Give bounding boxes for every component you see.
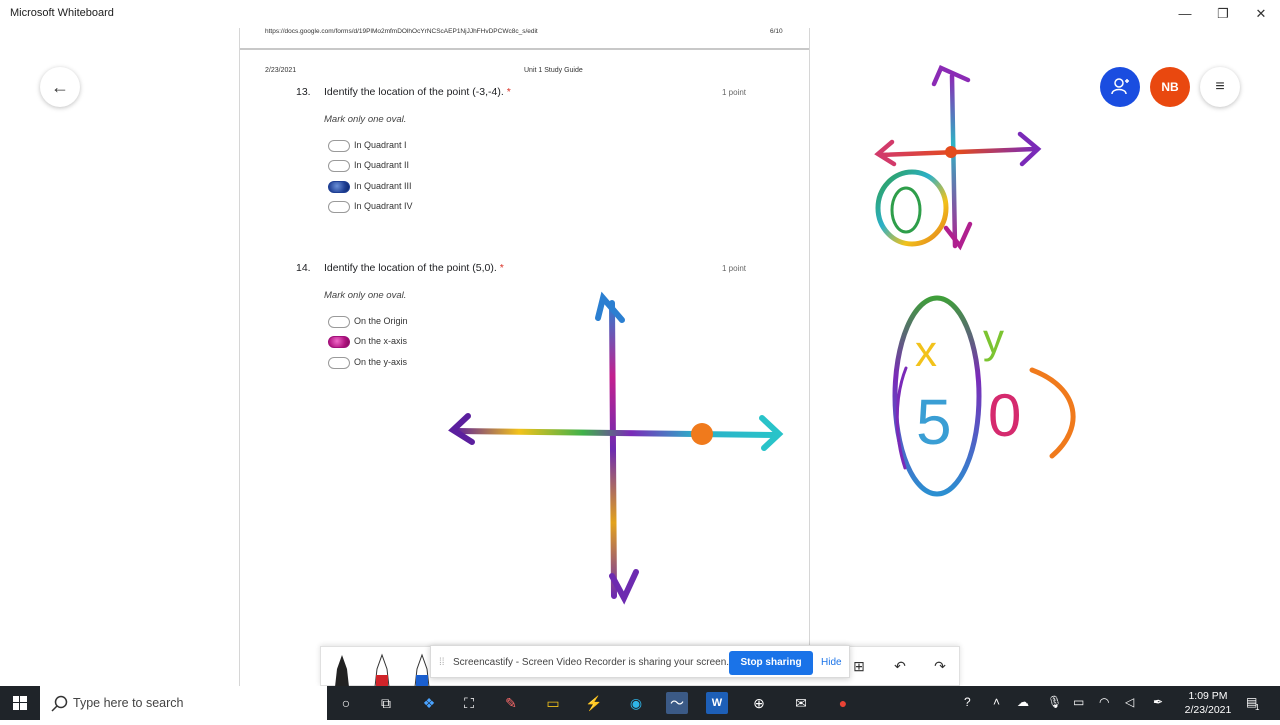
minimize-button[interactable]: —: [1166, 4, 1204, 24]
profile-avatar[interactable]: NB: [1150, 67, 1190, 107]
whiteboard-canvas[interactable]: https://docs.google.com/forms/d/19PlMo2m…: [0, 28, 1280, 686]
sharing-message: Screencastify - Screen Video Recorder is…: [453, 657, 730, 668]
edge-icon[interactable]: ◉: [625, 692, 647, 714]
hamburger-menu-button[interactable]: ≡: [1200, 67, 1240, 107]
whiteboard-app-icon[interactable]: 〜: [666, 692, 688, 714]
notification-count: 1: [1255, 703, 1260, 712]
black-pen-icon[interactable]: [335, 655, 349, 687]
clock-time: 1:09 PM: [1188, 690, 1228, 702]
task-view-icon[interactable]: ⧉: [375, 692, 397, 714]
invite-person-button[interactable]: [1100, 67, 1140, 107]
windows-logo-icon: [13, 696, 27, 710]
mail-icon[interactable]: ✉: [790, 692, 812, 714]
clock-date: 2/23/2021: [1184, 704, 1232, 716]
help-icon[interactable]: ?: [964, 695, 971, 709]
blue-pen-icon[interactable]: [414, 653, 430, 687]
chrome-icon[interactable]: ●: [832, 692, 854, 714]
drag-handle-icon[interactable]: ⁞⁞: [439, 657, 445, 668]
word-icon[interactable]: W: [706, 692, 728, 714]
red-pen-icon[interactable]: [374, 653, 390, 687]
app-icon[interactable]: ⚡: [583, 692, 605, 714]
battery-icon[interactable]: ▭: [1073, 695, 1084, 709]
microphone-icon[interactable]: 🎙: [1047, 695, 1062, 709]
wifi-icon[interactable]: ◠: [1099, 695, 1109, 709]
store-icon[interactable]: ⛶: [458, 692, 480, 714]
back-button[interactable]: ←: [40, 67, 80, 107]
large-coordinate-axes-drawing: [448, 291, 784, 605]
add-content-button[interactable]: ⊞: [848, 656, 870, 676]
ink-label-y: y: [983, 315, 1004, 362]
globe-icon[interactable]: ⊕: [748, 692, 770, 714]
small-coordinate-axes-drawing: [874, 65, 1042, 251]
redo-button[interactable]: ↷: [929, 656, 951, 676]
taskbar-search-box[interactable]: Type here to search: [40, 686, 327, 720]
search-placeholder: Type here to search: [73, 696, 184, 710]
undo-button[interactable]: ↶: [889, 656, 911, 676]
volume-icon[interactable]: ◁: [1125, 695, 1134, 709]
close-button[interactable]: ✕: [1242, 4, 1280, 24]
title-bar: Microsoft Whiteboard — ❐ ✕: [0, 0, 1280, 28]
ink-label-0: 0: [988, 382, 1021, 449]
person-add-icon: [1111, 78, 1129, 95]
ink-label-5: 5: [916, 386, 952, 458]
windows-taskbar: Type here to search ○ ⧉ ❖ ⛶ ✎ ▭ ⚡ ◉ 〜 W …: [0, 686, 1280, 720]
stop-sharing-button[interactable]: Stop sharing: [729, 651, 813, 675]
ink-layer: x y 5 0: [448, 65, 1076, 605]
cortana-icon[interactable]: ○: [335, 692, 357, 714]
start-button[interactable]: [0, 686, 40, 720]
file-explorer-icon[interactable]: ▭: [542, 692, 564, 714]
ink-label-x: x: [915, 327, 937, 376]
hide-link[interactable]: Hide: [821, 657, 842, 668]
ink-paren-right: [1029, 367, 1076, 459]
cloud-icon[interactable]: ☁: [1017, 695, 1029, 709]
screen-sharing-notification: ⁞⁞ Screencastify - Screen Video Recorder…: [430, 645, 850, 678]
app-title: Microsoft Whiteboard: [10, 7, 114, 19]
pen-workspace-icon[interactable]: ✒: [1153, 695, 1163, 709]
chevron-up-icon[interactable]: ˄: [993, 695, 1000, 709]
paint-icon[interactable]: ✎: [500, 692, 522, 714]
maximize-button[interactable]: ❐: [1204, 4, 1242, 24]
ordered-pair-annotation: x y 5 0: [892, 295, 1076, 497]
taskbar-clock[interactable]: 1:09 PM 2/23/2021: [1178, 689, 1238, 717]
search-icon: [51, 695, 68, 712]
dropbox-icon[interactable]: ❖: [418, 692, 440, 714]
